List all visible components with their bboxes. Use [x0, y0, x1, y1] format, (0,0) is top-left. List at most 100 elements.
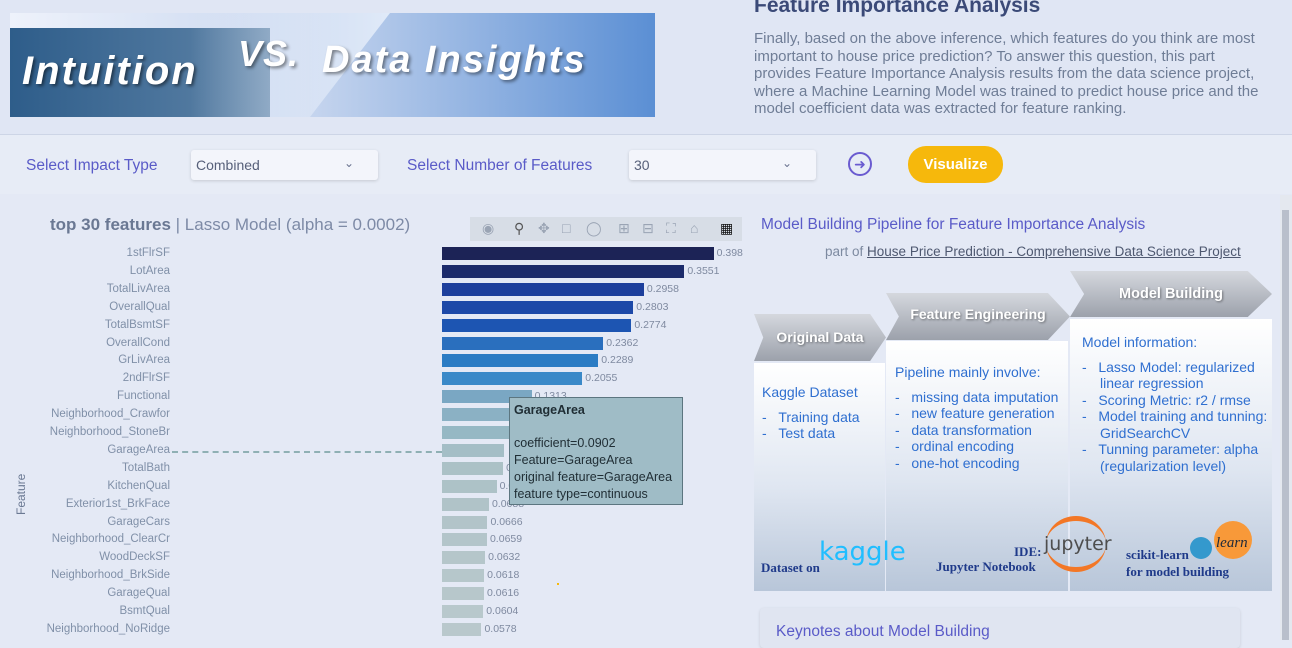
column2-item: - ordinal encoding [895, 438, 1015, 454]
data-label: 0.0666 [490, 515, 523, 528]
bar[interactable] [442, 318, 632, 332]
bar-row[interactable]: 1stFlrSF 0.398 [0, 245, 750, 263]
bar-row[interactable]: Neighborhood_BrkSide 0.0618 [0, 567, 750, 585]
plotly-logo-icon[interactable]: ▦ [720, 220, 733, 237]
sklearn-caption-a: scikit-learn [1126, 547, 1189, 562]
column3-text: Model information: - Lasso Model: regula… [1082, 334, 1272, 474]
project-link[interactable]: House Price Prediction - Comprehensive D… [867, 244, 1241, 259]
bar[interactable] [442, 300, 634, 314]
lasso-select-icon[interactable]: ◯ [586, 220, 602, 237]
feature-count-value: 30 [634, 157, 650, 173]
bar-row[interactable]: Neighborhood_ClearCr 0.0659 [0, 531, 750, 549]
column3-item: - Model training and tunning: GridSearch… [1082, 408, 1268, 441]
keynotes-title: Keynotes about Model Building [776, 623, 990, 640]
column1-text: Kaggle Dataset - Training data - Test da… [762, 384, 882, 442]
data-label: 0.0632 [488, 551, 521, 564]
bar[interactable] [442, 479, 497, 493]
autoscale-icon[interactable]: ⛶ [666, 220, 676, 237]
tick-label: GarageArea [107, 443, 170, 456]
chart-title-rest: | Lasso Model (alpha = 0.0002) [175, 215, 411, 234]
hover-spike-line [172, 451, 442, 453]
data-label: 0.0604 [486, 605, 519, 617]
tick-label: Neighborhood_StoneBr [49, 426, 170, 438]
bar[interactable] [442, 587, 485, 601]
tooltip-line: coefficient=0.0902 [514, 436, 616, 450]
zoom-in-icon[interactable]: ⊞ [618, 220, 630, 237]
tooltip-line: Feature=GarageArea [514, 453, 633, 467]
bar-row[interactable]: WoodDeckSF 0.0632 [0, 549, 750, 567]
bar-row[interactable]: OverallCond 0.2362 [0, 335, 750, 353]
bar-row[interactable]: GrLivArea 0.2289 [0, 352, 750, 370]
data-label: 0.2958 [646, 282, 679, 295]
bar[interactable] [442, 372, 583, 386]
bar-row[interactable]: GarageQual 0.0616 [0, 585, 750, 603]
tick-label: LotArea [129, 264, 170, 277]
bar-row[interactable]: BsmtQual 0.0604 [0, 603, 750, 621]
bar[interactable] [442, 443, 504, 457]
bar-row[interactable]: GarageCars 0.0666 [0, 514, 750, 532]
data-label: 0.2803 [636, 300, 669, 313]
feature-count-select[interactable]: 30 ⌄ [629, 150, 816, 180]
tick-label: Exterior1st_BrkFace [65, 497, 170, 510]
column2-item: - new feature generation [895, 405, 1055, 421]
column1-item: - Test data [762, 425, 836, 441]
bar[interactable] [442, 426, 518, 439]
tick-label: Neighborhood_BrkSide [51, 569, 170, 582]
data-label: 0.2055 [585, 372, 618, 385]
bar[interactable] [442, 247, 714, 260]
bar[interactable] [442, 533, 487, 547]
data-label: 0.2289 [601, 354, 634, 367]
bar[interactable] [442, 461, 504, 475]
chevron-down-icon: ⌄ [343, 156, 354, 170]
tick-label: 2ndFlrSF [122, 372, 170, 385]
column2-text: Pipeline mainly involve: - missing data … [895, 364, 1065, 471]
kaggle-caption: Dataset on [761, 560, 820, 575]
bar[interactable] [442, 551, 486, 565]
data-label: 0.3551 [687, 264, 720, 277]
column1-head: Kaggle Dataset [762, 384, 858, 400]
bar[interactable] [442, 515, 488, 529]
bar[interactable] [442, 282, 644, 296]
box-select-icon[interactable]: □ [562, 220, 570, 236]
bar[interactable] [442, 605, 484, 618]
camera-icon[interactable]: ◉ [482, 220, 494, 237]
tick-label: TotalBath [122, 461, 170, 474]
chart-title-bold: top 30 features [50, 215, 171, 234]
chart-panel: top 30 features | Lasso Model (alpha = 0… [0, 195, 750, 640]
zoom-icon[interactable]: ⚲ [514, 220, 524, 237]
bar-row[interactable]: TotalBsmtSF 0.2774 [0, 317, 750, 335]
bar[interactable] [442, 264, 685, 278]
bar[interactable] [442, 622, 482, 636]
column3-head: Model information: [1082, 334, 1198, 350]
bar-row[interactable]: LotArea 0.3551 [0, 263, 750, 281]
banner-text-intuition: Intuition [22, 49, 198, 93]
home-icon[interactable]: ⌂ [690, 220, 698, 236]
tick-label: Functional [116, 390, 170, 403]
impact-type-select[interactable]: Combined ⌄ [191, 150, 378, 180]
data-label: 0.0618 [487, 569, 520, 582]
bar[interactable] [442, 354, 599, 368]
pan-icon[interactable]: ✥ [538, 220, 550, 237]
jupyter-wordmark: jupyter [1044, 533, 1112, 555]
column3-item: - Scoring Metric: r2 / rmse [1082, 391, 1251, 408]
tick-label: KitchenQual [107, 479, 170, 492]
arrow-right-circle-icon[interactable]: ➜ [848, 152, 872, 176]
bar-row[interactable]: TotalLivArea 0.2958 [0, 281, 750, 299]
tooltip-line: feature type=continuous [514, 487, 648, 501]
zoom-out-icon[interactable]: ⊟ [642, 220, 654, 237]
bar[interactable] [442, 336, 604, 350]
sklearn-blue-circle-icon [1190, 537, 1212, 559]
feature-count-label: Select Number of Features [407, 157, 593, 174]
scrollbar-thumb[interactable] [1282, 210, 1289, 640]
hover-tooltip: GarageArea coefficient=0.0902 Feature=Ga… [509, 397, 683, 505]
visualize-button[interactable]: Visualize [908, 146, 1003, 183]
bar[interactable] [442, 569, 485, 583]
bar[interactable] [442, 497, 489, 511]
bar-row[interactable]: 2ndFlrSF 0.2055 [0, 370, 750, 388]
sklearn-caption-b: for model building [1126, 564, 1230, 579]
pipeline-panel: Model Building Pipeline for Feature Impo… [752, 195, 1280, 648]
column3-item: - Lasso Model: regularized linear regres… [1082, 358, 1255, 392]
bar-row[interactable]: OverallQual 0.2803 [0, 299, 750, 317]
section-title: Feature Importance Analysis [754, 0, 1041, 17]
bar-row[interactable]: Neighborhood_NoRidge 0.0578 [0, 621, 750, 639]
